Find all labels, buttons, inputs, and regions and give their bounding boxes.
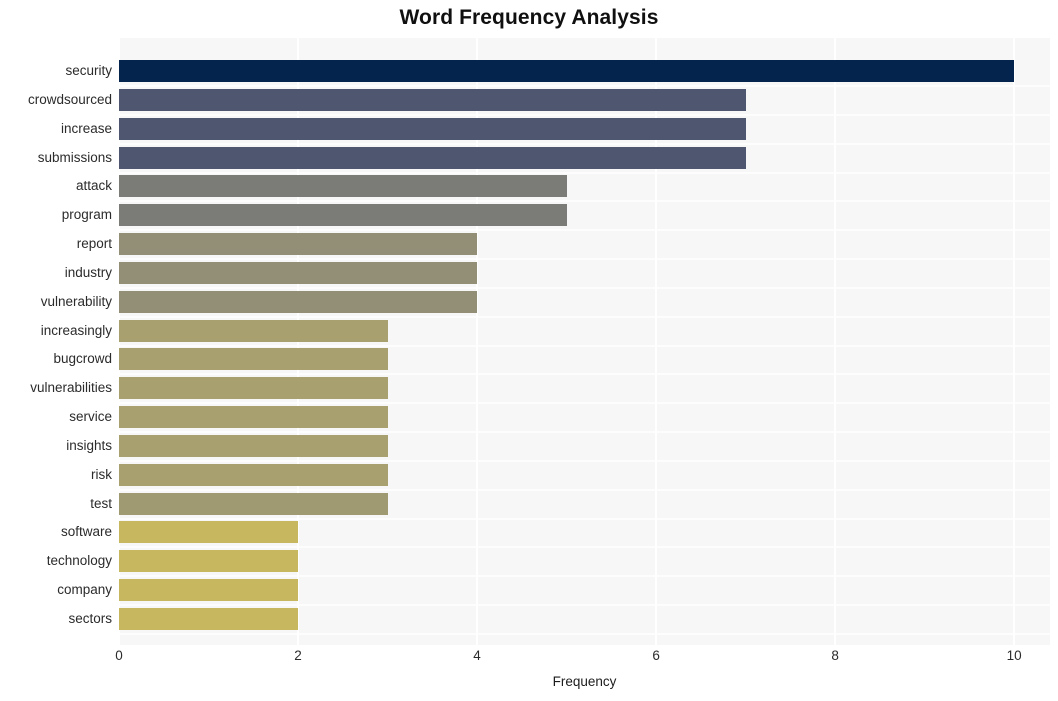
- horizontal-gridline: [119, 114, 1050, 116]
- y-axis-tick-label: increase: [60, 120, 112, 136]
- bar: [119, 319, 388, 342]
- y-axis-tick-label: vulnerabilities: [30, 380, 112, 396]
- bar: [119, 406, 388, 429]
- horizontal-gridline: [119, 373, 1050, 375]
- y-axis-tick-labels: security crowdsourced increase submissions a…: [0, 38, 112, 645]
- horizontal-gridline: [119, 402, 1050, 404]
- horizontal-gridline: [119, 200, 1050, 202]
- bar: [119, 290, 478, 313]
- bar: [119, 463, 388, 486]
- horizontal-gridline: [119, 345, 1050, 347]
- bar: [119, 434, 388, 457]
- x-axis-tick-label: 6: [652, 648, 660, 663]
- y-axis-tick-label: program: [61, 207, 112, 223]
- horizontal-gridline: [119, 287, 1050, 289]
- horizontal-gridline: [119, 143, 1050, 145]
- horizontal-gridline: [119, 604, 1050, 606]
- bar: [119, 550, 299, 573]
- horizontal-gridline: [119, 431, 1050, 433]
- x-axis-tick-label: 8: [831, 648, 839, 663]
- bar: [119, 377, 388, 400]
- bar: [119, 204, 567, 227]
- bar: [119, 579, 299, 602]
- bar: [119, 60, 1015, 82]
- y-axis-tick-label: test: [90, 495, 112, 511]
- y-axis-tick-label: technology: [46, 553, 112, 569]
- y-axis-tick-label: company: [57, 582, 112, 598]
- x-axis-tick-label: 0: [115, 648, 123, 663]
- horizontal-gridline: [119, 172, 1050, 174]
- horizontal-gridline: [119, 85, 1050, 87]
- x-axis-tick-label: 2: [294, 648, 302, 663]
- horizontal-gridline: [119, 460, 1050, 462]
- horizontal-gridline: [119, 229, 1050, 231]
- plot-area: [118, 38, 1050, 645]
- y-axis-tick-label: sectors: [68, 611, 112, 627]
- y-axis-tick-label: vulnerability: [40, 293, 112, 309]
- bar: [119, 492, 388, 515]
- x-axis-tick-label: 4: [473, 648, 481, 663]
- horizontal-gridline: [119, 489, 1050, 491]
- horizontal-gridline: [119, 633, 1050, 635]
- y-axis-tick-label: security: [65, 63, 112, 78]
- bar: [119, 88, 746, 111]
- y-axis-tick-label: bugcrowd: [53, 351, 112, 367]
- y-axis-tick-label: service: [69, 409, 112, 425]
- bar: [119, 608, 299, 631]
- y-axis-tick-label: software: [60, 524, 112, 540]
- bar: [119, 261, 478, 284]
- bar: [119, 348, 388, 371]
- horizontal-gridline: [119, 258, 1050, 260]
- horizontal-gridline: [119, 316, 1050, 318]
- horizontal-gridline: [119, 546, 1050, 548]
- y-axis-tick-label: insights: [66, 437, 112, 453]
- vertical-gridline: [834, 38, 837, 645]
- y-axis-tick-label: risk: [91, 466, 112, 482]
- horizontal-gridline: [119, 518, 1050, 520]
- bar: [119, 117, 746, 140]
- x-axis-title: Frequency: [552, 674, 617, 689]
- y-axis-tick-label: increasingly: [40, 322, 112, 338]
- horizontal-gridline: [119, 575, 1050, 577]
- y-axis-tick-label: attack: [75, 178, 112, 194]
- bar: [119, 521, 299, 544]
- x-axis-tick-label: 10: [1006, 648, 1022, 663]
- y-axis-tick-label: submissions: [37, 149, 112, 165]
- bar: [119, 146, 746, 169]
- y-axis-tick-label: report: [76, 236, 112, 252]
- x-axis-tick-labels: 0 2 4 6 8 10: [115, 648, 1050, 670]
- y-axis-tick-label: industry: [64, 264, 112, 280]
- word-frequency-chart: Word Frequency Analysis security crowdsou…: [0, 0, 1058, 701]
- bar: [119, 175, 567, 198]
- vertical-gridline: [1013, 38, 1016, 645]
- bar: [119, 233, 478, 256]
- chart-title: Word Frequency Analysis: [399, 6, 659, 29]
- y-axis-tick-label: crowdsourced: [27, 91, 112, 107]
